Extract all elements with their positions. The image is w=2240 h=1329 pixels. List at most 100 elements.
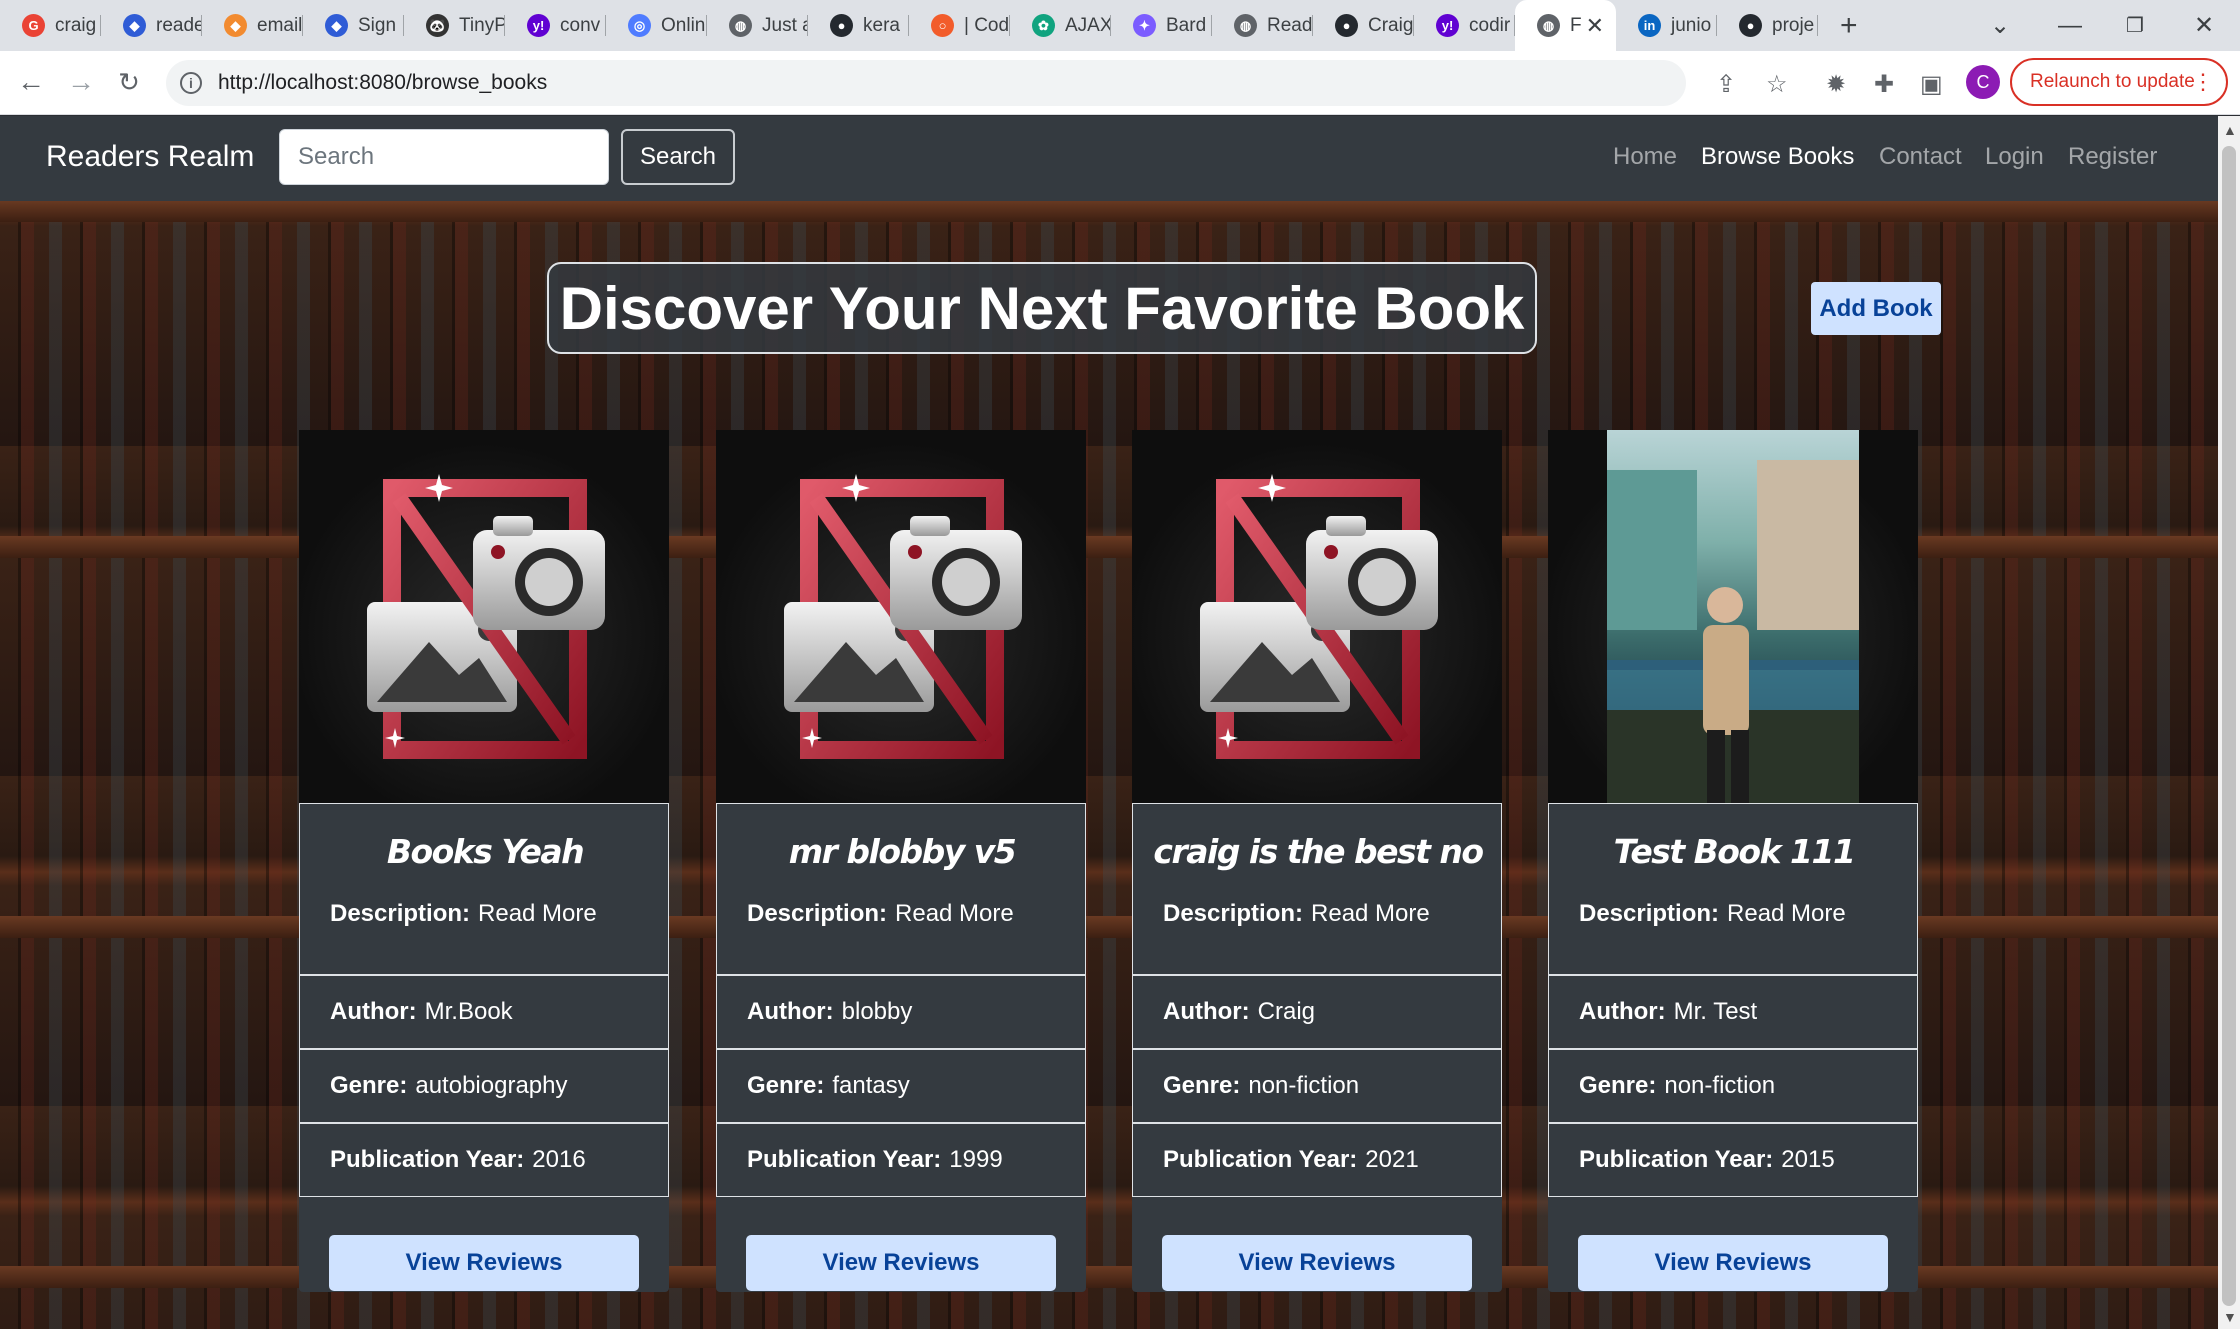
book-cover-photo	[1607, 430, 1859, 803]
browser-tab[interactable]: ◆ email	[202, 0, 303, 51]
nav-login[interactable]: Login	[1985, 143, 2044, 171]
book-author-row: Author: Craig	[1132, 975, 1502, 1049]
minimize-icon[interactable]: —	[2058, 0, 2082, 51]
view-reviews-button[interactable]: View Reviews	[329, 1235, 639, 1291]
browser-tab[interactable]: ● proje	[1717, 0, 1818, 51]
tab-label: kera	[863, 14, 900, 36]
site-info-icon[interactable]: i	[180, 72, 202, 94]
close-window-icon[interactable]: ✕	[2194, 0, 2214, 51]
tab-label: Just a	[762, 14, 808, 36]
bookmark-star-icon[interactable]: ☆	[1766, 70, 1788, 99]
genre-label: Genre:	[1579, 1072, 1657, 1099]
tab-favicon-icon: ✿	[1032, 14, 1055, 37]
tab-label: F	[1570, 14, 1582, 36]
tab-label: codir	[1469, 14, 1511, 36]
view-reviews-button[interactable]: View Reviews	[1578, 1235, 1888, 1291]
reload-icon[interactable]: ↻	[114, 67, 144, 97]
extensions-puzzle-icon[interactable]: ✚	[1874, 70, 1894, 99]
book-genre-row: Genre: autobiography	[299, 1049, 669, 1123]
book-cover	[1548, 430, 1918, 803]
tab-favicon-icon: y!	[1436, 14, 1459, 37]
book-genre: non-fiction	[1248, 1072, 1360, 1099]
add-book-button[interactable]: Add Book	[1811, 282, 1941, 335]
browser-tab[interactable]: 🐼 TinyP	[404, 0, 505, 51]
scroll-up-icon[interactable]: ▲	[2223, 122, 2237, 138]
read-more-link[interactable]: Read More	[895, 900, 1014, 927]
browser-tab[interactable]: ◆ Sign	[303, 0, 404, 51]
relaunch-button[interactable]: Relaunch to update ⋮	[2010, 58, 2228, 106]
background-shelf	[0, 200, 2218, 222]
read-more-link[interactable]: Read More	[1311, 900, 1430, 927]
browser-tab[interactable]: y! codir	[1414, 0, 1515, 51]
year-label: Publication Year:	[1579, 1146, 1774, 1173]
extension-bug-icon[interactable]: ✹	[1826, 70, 1846, 99]
search-button[interactable]: Search	[621, 129, 735, 185]
book-author-row: Author: blobby	[716, 975, 1086, 1049]
book-description: Description: Read More	[1163, 900, 1430, 928]
relaunch-label: Relaunch to update	[2030, 71, 2195, 92]
side-panel-icon[interactable]: ▣	[1920, 70, 1943, 99]
view-reviews-button[interactable]: View Reviews	[1162, 1235, 1472, 1291]
nav-contact[interactable]: Contact	[1879, 143, 1962, 171]
browser-tab[interactable]: in junio	[1616, 0, 1717, 51]
nav-home[interactable]: Home	[1613, 143, 1677, 171]
genre-label: Genre:	[747, 1072, 825, 1099]
read-more-link[interactable]: Read More	[478, 900, 597, 927]
more-menu-icon[interactable]: ⋮	[2192, 69, 2214, 95]
tab-favicon-icon: ◍	[1537, 14, 1560, 37]
browser-tab[interactable]: ● kera	[808, 0, 909, 51]
book-genre-row: Genre: fantasy	[716, 1049, 1086, 1123]
tab-favicon-icon: ◆	[224, 14, 247, 37]
profile-avatar[interactable]: C	[1966, 65, 2000, 99]
share-icon[interactable]: ⇪	[1716, 70, 1736, 99]
browser-tab[interactable]: ◍ Read	[1212, 0, 1313, 51]
browser-tab[interactable]: ○ | Cod	[909, 0, 1010, 51]
scroll-down-icon[interactable]: ▼	[2223, 1309, 2237, 1325]
author-label: Author:	[330, 998, 417, 1025]
tab-label: Read	[1267, 14, 1313, 36]
tab-favicon-icon: ◎	[628, 14, 651, 37]
site-brand[interactable]: Readers Realm	[46, 140, 254, 174]
nav-register[interactable]: Register	[2068, 143, 2157, 171]
tab-label: AJAX	[1065, 14, 1111, 36]
browser-tab[interactable]: ◆ reade	[101, 0, 202, 51]
tab-label: conv	[560, 14, 601, 36]
nav-browse-books[interactable]: Browse Books	[1701, 143, 1854, 171]
tab-label: Sign	[358, 14, 397, 36]
tab-label: Craig	[1368, 14, 1414, 36]
tab-favicon-icon: ◆	[123, 14, 146, 37]
back-icon[interactable]: ←	[16, 66, 46, 97]
book-year-row: Publication Year: 2015	[1548, 1123, 1918, 1197]
book-author: blobby	[841, 998, 913, 1025]
new-tab-button[interactable]: +	[1840, 9, 1858, 43]
tab-favicon-icon: ●	[1335, 14, 1358, 37]
maximize-icon[interactable]: ❐	[2126, 0, 2144, 51]
book-cover	[299, 430, 669, 803]
book-title: Books Yeah	[386, 832, 585, 871]
book-description: Description: Read More	[1579, 900, 1846, 928]
page-scrollbar[interactable]: ▲ ▼	[2218, 116, 2240, 1329]
search-input[interactable]: Search	[279, 129, 609, 185]
browser-tab[interactable]: ◍ F ✕	[1515, 0, 1616, 51]
forward-icon[interactable]: →	[66, 66, 96, 97]
book-year: 1999	[949, 1146, 1003, 1173]
view-reviews-button[interactable]: View Reviews	[746, 1235, 1056, 1291]
address-bar[interactable]: i http://localhost:8080/browse_books	[166, 60, 1686, 106]
close-tab-icon[interactable]: ✕	[1586, 13, 1604, 39]
tab-favicon-icon: 🐼	[426, 14, 449, 37]
read-more-link[interactable]: Read More	[1727, 900, 1846, 927]
tab-search-chevron-icon[interactable]: ⌄	[1990, 0, 2010, 51]
browser-tab-strip: Gcraig ◆ reade ◆ email ◆ Sign 🐼 TinyP y! conv ◎ Onli…	[0, 0, 2240, 51]
book-year-row: Publication Year: 2016	[299, 1123, 669, 1197]
browser-tab[interactable]: ● Craig	[1313, 0, 1414, 51]
book-description: Description: Read More	[330, 900, 597, 928]
browser-tab[interactable]: ✿ AJAX	[1010, 0, 1111, 51]
scrollbar-thumb[interactable]	[2222, 146, 2236, 1306]
browser-tab[interactable]: ◎ Onlin	[606, 0, 707, 51]
browser-tab[interactable]: y! conv	[505, 0, 606, 51]
browser-tab[interactable]: ✦ Bard	[1111, 0, 1212, 51]
browser-tab[interactable]: ◍ Just a	[707, 0, 808, 51]
book-cover	[716, 430, 1086, 803]
browser-tab[interactable]: Gcraig	[0, 0, 101, 51]
author-label: Author:	[1579, 998, 1666, 1025]
